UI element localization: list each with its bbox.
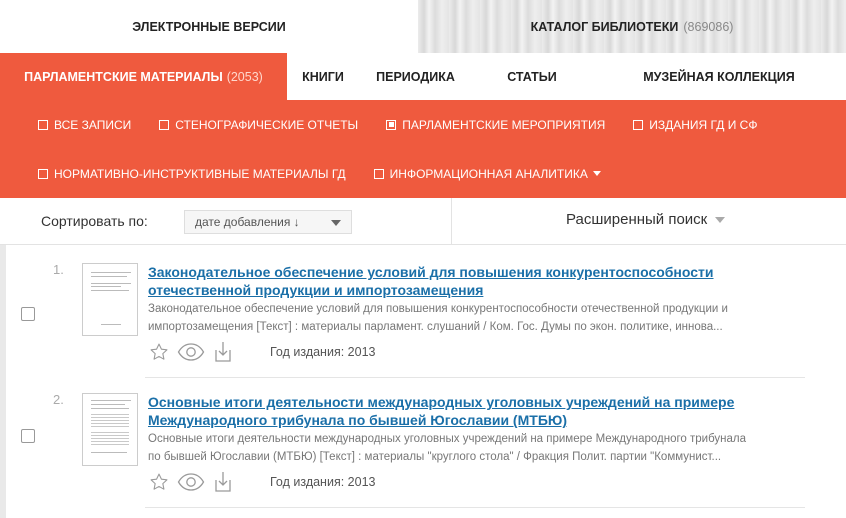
star-icon[interactable] [148, 471, 170, 493]
record-desc-line: по бывшей Югославии (МТБЮ) [Текст] : мат… [148, 451, 722, 463]
filter-checkbox[interactable] [38, 119, 48, 130]
filter-label: ИНФОРМАЦИОННАЯ АНАЛИТИКА [389, 166, 588, 181]
category-label: СТАТЬИ [507, 69, 557, 84]
filter-row: НОРМАТИВНО-ИНСТРУКТИВНЫЕ МАТЕРИАЛЫ ГД ИН… [0, 149, 601, 198]
top-tabs: ЭЛЕКТРОННЫЕ ВЕРСИИ КАТАЛОГ БИБЛИОТЕКИ (8… [0, 0, 846, 53]
sort-select[interactable]: дате добавления ↓ [184, 210, 352, 234]
download-icon[interactable] [212, 341, 234, 363]
record-number: 2. [53, 392, 64, 407]
filter-label: ВСЕ ЗАПИСИ [54, 117, 132, 132]
record-desc-line: Основные итоги деятельности международны… [148, 433, 747, 445]
record-description: Основные итоги деятельности международны… [148, 430, 828, 466]
record-checkbox[interactable] [21, 307, 35, 321]
record-title-line: Международного трибунала по бывшей Югосл… [148, 412, 567, 428]
record-title-line: Законодательное обеспечение условий для … [148, 264, 714, 280]
filter-checkbox-checked[interactable] [386, 119, 397, 130]
filter-label: ИЗДАНИЯ ГД И СФ [649, 117, 758, 132]
category-periodicals[interactable]: ПЕРИОДИКА [359, 53, 472, 100]
filter-transcripts[interactable]: СТЕНОГРАФИЧЕСКИЕ ОТЧЕТЫ [159, 118, 358, 132]
tab-library-catalog[interactable]: КАТАЛОГ БИБЛИОТЕКИ (869086) [418, 0, 846, 53]
category-museum-collection[interactable]: МУЗЕЙНАЯ КОЛЛЕКЦИЯ [592, 53, 846, 100]
category-books[interactable]: КНИГИ [287, 53, 359, 100]
filter-checkbox[interactable] [159, 119, 170, 130]
category-label: ПАРЛАМЕНТСКИЕ МАТЕРИАЛЫ [24, 69, 223, 84]
category-articles[interactable]: СТАТЬИ [472, 53, 592, 100]
chevron-down-icon [715, 216, 726, 223]
sort-bar: Сортировать по: дате добавления ↓ Расшир… [0, 198, 846, 245]
eye-icon[interactable] [176, 471, 206, 493]
category-label: ПЕРИОДИКА [376, 69, 455, 84]
sort-label: Сортировать по: [41, 213, 148, 229]
filter-all-records[interactable]: ВСЕ ЗАПИСИ [38, 118, 131, 132]
filter-checkbox[interactable] [633, 119, 644, 130]
tab-electronic-versions[interactable]: ЭЛЕКТРОННЫЕ ВЕРСИИ [0, 0, 418, 53]
chevron-down-icon [331, 220, 341, 226]
filter-row: ВСЕ ЗАПИСИ СТЕНОГРАФИЧЕСКИЕ ОТЧЕТЫ ПАРЛА… [0, 100, 757, 149]
record-desc-line: Законодательное обеспечение условий для … [148, 303, 728, 315]
record-actions: Год издания: 2013 [148, 341, 375, 363]
eye-icon[interactable] [176, 341, 206, 363]
category-parliamentary-materials[interactable]: ПАРЛАМЕНТСКИЕ МАТЕРИАЛЫ (2053) [0, 53, 287, 100]
record-thumbnail[interactable] [82, 393, 138, 466]
filter-checkbox[interactable] [373, 168, 384, 179]
record-actions: Год издания: 2013 [148, 471, 375, 493]
category-nav: ПАРЛАМЕНТСКИЕ МАТЕРИАЛЫ (2053) КНИГИ ПЕР… [0, 53, 846, 100]
record-title-link[interactable]: Основные итоги деятельности международны… [148, 393, 808, 429]
divider [451, 198, 452, 245]
record-separator [145, 507, 805, 508]
tab-library-catalog-label: КАТАЛОГ БИБЛИОТЕКИ [530, 19, 679, 34]
record-year: Год издания: 2013 [270, 475, 376, 489]
tab-library-catalog-count: (869086) [683, 19, 734, 34]
record-separator [145, 377, 805, 378]
record-desc-line: импортозамещения [Текст] : материалы пар… [148, 321, 723, 333]
filter-information-analytics[interactable]: ИНФОРМАЦИОННАЯ АНАЛИТИКА [373, 166, 601, 181]
record-year: Год издания: 2013 [270, 345, 376, 359]
category-count: (2053) [226, 69, 263, 84]
tab-electronic-versions-label: ЭЛЕКТРОННЫЕ ВЕРСИИ [132, 19, 286, 34]
advanced-search-toggle[interactable]: Расширенный поиск [566, 211, 726, 228]
list-item: 1. Законодательное обеспечение условий д… [6, 255, 840, 380]
record-title-link[interactable]: Законодательное обеспечение условий для … [148, 263, 808, 299]
record-title-line: отечественной продукции и импортозамещен… [148, 282, 484, 298]
filter-parliamentary-events[interactable]: ПАРЛАМЕНТСКИЕ МЕРОПРИЯТИЯ [386, 118, 605, 132]
list-item: 2. Основные итоги деятельности междунаро… [6, 385, 840, 510]
category-label: КНИГИ [302, 69, 344, 84]
sort-select-value: дате добавления ↓ [195, 215, 300, 229]
download-icon[interactable] [212, 471, 234, 493]
record-number: 1. [53, 262, 64, 277]
advanced-search-label: Расширенный поиск [566, 211, 708, 228]
filter-checkbox[interactable] [38, 168, 48, 179]
filter-panel: ВСЕ ЗАПИСИ СТЕНОГРАФИЧЕСКИЕ ОТЧЕТЫ ПАРЛА… [0, 100, 846, 198]
record-title-line: Основные итоги деятельности международны… [148, 394, 735, 410]
filter-publications-gd-sf[interactable]: ИЗДАНИЯ ГД И СФ [633, 118, 757, 132]
dropdown-caret-icon [592, 171, 601, 176]
filter-normative-materials[interactable]: НОРМАТИВНО-ИНСТРУКТИВНЫЕ МАТЕРИАЛЫ ГД [38, 167, 346, 181]
category-label: МУЗЕЙНАЯ КОЛЛЕКЦИЯ [643, 69, 795, 84]
filter-label: СТЕНОГРАФИЧЕСКИЕ ОТЧЕТЫ [175, 117, 359, 132]
star-icon[interactable] [148, 341, 170, 363]
filter-label: ПАРЛАМЕНТСКИЕ МЕРОПРИЯТИЯ [402, 117, 606, 132]
record-thumbnail[interactable] [82, 263, 138, 336]
filter-label: НОРМАТИВНО-ИНСТРУКТИВНЫЕ МАТЕРИАЛЫ ГД [54, 166, 346, 181]
record-description: Законодательное обеспечение условий для … [148, 300, 828, 336]
record-checkbox[interactable] [21, 429, 35, 443]
